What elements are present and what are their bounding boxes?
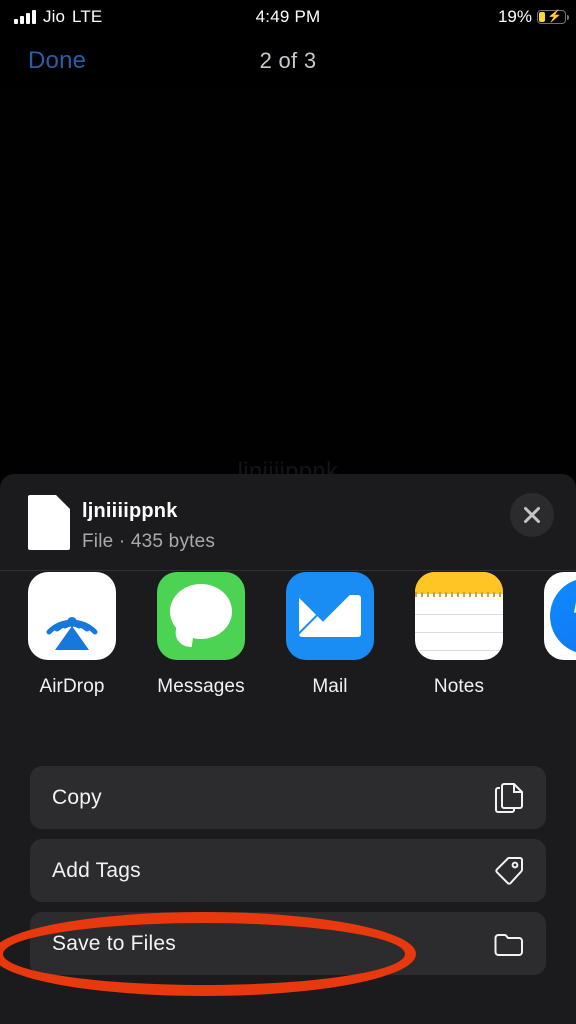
status-bar: Jio LTE 4:49 PM 19% ⚡	[0, 0, 576, 34]
battery-charging-low-power-icon: ⚡	[537, 10, 569, 24]
mail-icon	[286, 572, 374, 660]
share-target-label: Mail	[312, 676, 348, 697]
share-target-label: Messages	[157, 676, 245, 697]
share-sheet: ljniiiippnk File · 435 bytes AirDrop Mes…	[0, 474, 576, 1024]
status-bar-clock: 4:49 PM	[255, 7, 321, 26]
share-sheet-actions: Copy Add Tags Save to Files	[30, 766, 546, 985]
airdrop-icon	[28, 572, 116, 660]
action-card-save-to-files: Save to Files	[30, 912, 546, 975]
close-icon[interactable]	[510, 493, 554, 537]
share-target-label: Notes	[433, 676, 485, 697]
document-icon	[28, 495, 70, 550]
share-target-label: AirDrop	[39, 676, 105, 697]
share-target-messenger[interactable]: Me	[544, 572, 576, 698]
phone-screen: Jio LTE 4:49 PM 19% ⚡ Done 2 of 3 ljniii…	[0, 0, 576, 1024]
messenger-icon	[544, 572, 576, 660]
action-card-add-tags: Add Tags	[30, 839, 546, 902]
action-card-copy: Copy	[30, 766, 546, 829]
action-label: Save to Files	[52, 931, 176, 955]
share-targets-row[interactable]: AirDrop Messages Mail Notes	[0, 572, 576, 712]
action-label: Copy	[52, 785, 102, 809]
share-target-label: Me	[544, 676, 576, 698]
action-row-copy[interactable]: Copy	[30, 766, 546, 829]
share-target-messages[interactable]: Messages	[157, 572, 245, 698]
document-preview-area[interactable]: ljniiiippnk	[0, 88, 576, 488]
action-row-save-to-files[interactable]: Save to Files	[30, 912, 546, 975]
action-row-add-tags[interactable]: Add Tags	[30, 839, 546, 902]
file-name-label: ljniiiippnk	[82, 500, 178, 522]
battery-percent-label: 19%	[497, 7, 532, 26]
navigation-bar: Done 2 of 3	[0, 34, 576, 88]
tag-icon	[494, 856, 524, 886]
status-bar-right: 19% ⚡	[497, 0, 569, 34]
action-label: Add Tags	[52, 858, 141, 882]
copy-documents-icon	[494, 782, 524, 813]
page-title: 2 of 3	[259, 48, 317, 73]
share-target-airdrop[interactable]: AirDrop	[28, 572, 116, 698]
notes-icon	[415, 572, 503, 660]
messages-icon	[157, 572, 245, 660]
file-meta-label: File · 435 bytes	[82, 531, 216, 552]
share-target-notes[interactable]: Notes	[415, 572, 503, 698]
folder-icon	[494, 929, 524, 959]
share-target-mail[interactable]: Mail	[286, 572, 374, 698]
share-sheet-file-header: ljniiiippnk File · 435 bytes	[0, 474, 576, 571]
